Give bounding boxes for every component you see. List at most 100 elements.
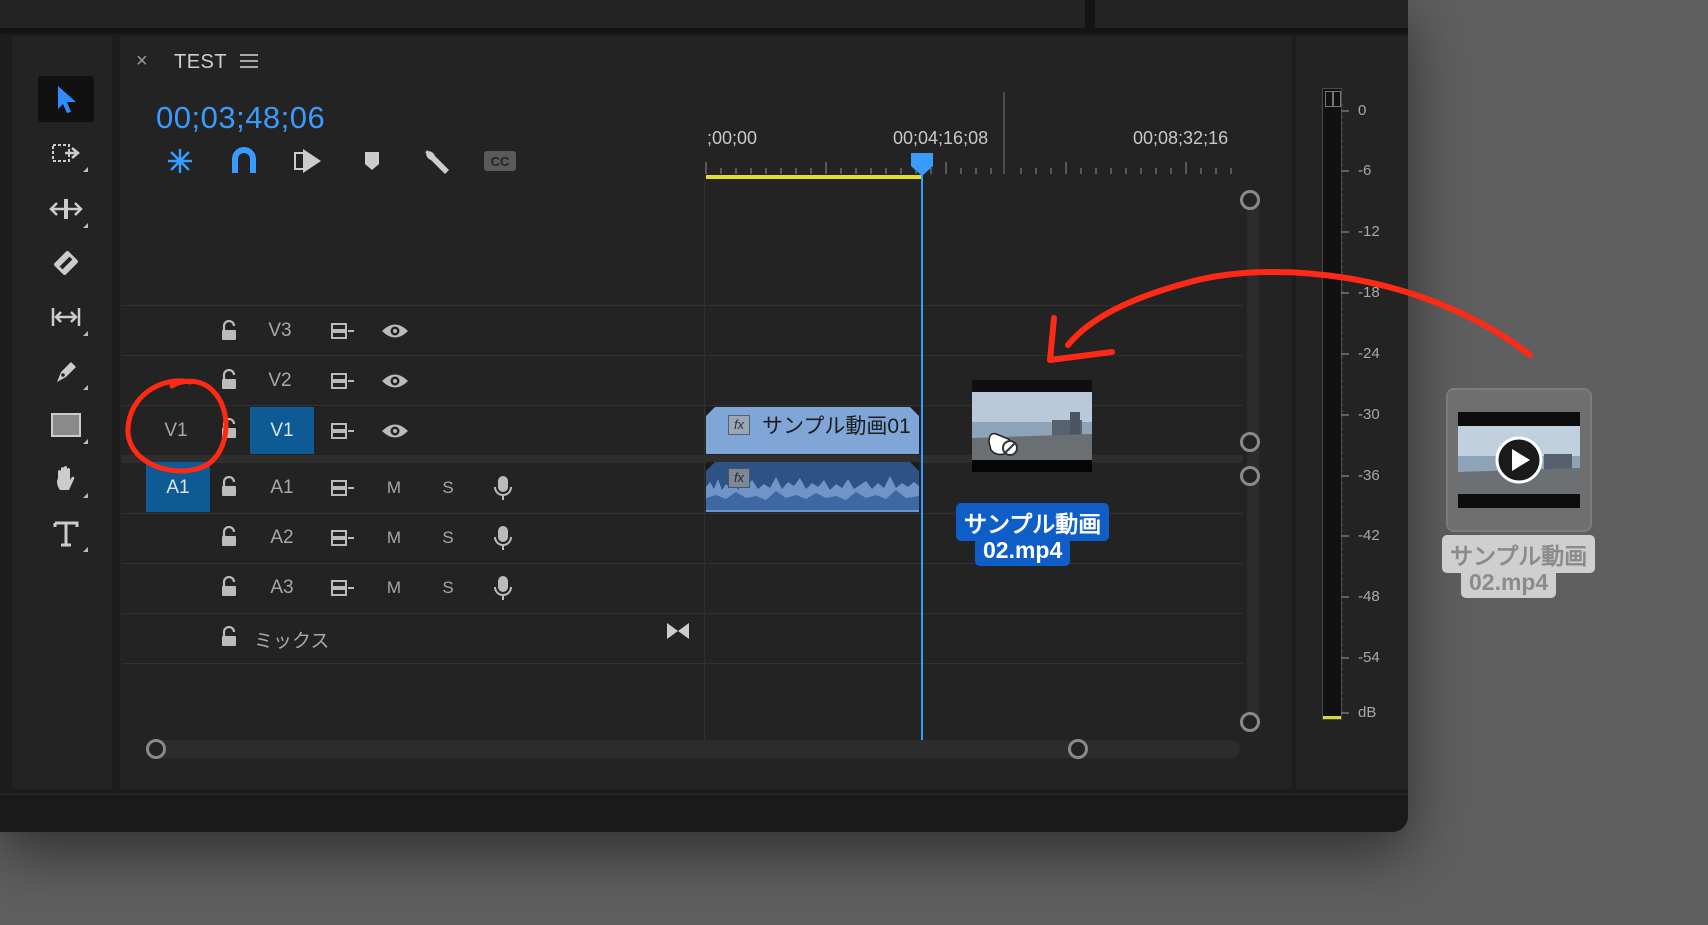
ripple-edit-tool[interactable]	[38, 186, 94, 232]
meter-label-48: -48	[1358, 588, 1380, 605]
solo-button-a2[interactable]: S	[438, 528, 458, 548]
linked-selection-icon[interactable]	[290, 146, 326, 176]
wrench-icon[interactable]	[418, 146, 454, 176]
clip-name: サンプル動画01	[762, 415, 911, 438]
selection-tool[interactable]	[38, 76, 94, 122]
mute-button-a1[interactable]: M	[384, 478, 404, 498]
video-file-thumbnail	[1458, 412, 1580, 508]
sync-lock-icon-v3[interactable]	[330, 320, 356, 342]
captions-icon[interactable]: CC	[482, 146, 518, 176]
meter-label-6: -6	[1358, 162, 1372, 179]
snap-magnet-icon[interactable]	[226, 146, 262, 176]
lock-icon-v3[interactable]	[220, 320, 238, 342]
eye-icon-v1[interactable]	[381, 421, 409, 441]
row-divider	[122, 305, 1243, 306]
scroll-knob-bottom[interactable]	[1240, 712, 1260, 732]
audio-clip-sample01[interactable]: fx	[706, 462, 919, 512]
time-ruler[interactable]	[704, 90, 1244, 180]
lock-icon-a1[interactable]	[220, 476, 238, 498]
clip-corner	[706, 462, 715, 471]
eye-icon-v3[interactable]	[381, 321, 409, 341]
track-label-v3[interactable]: V3	[258, 320, 302, 342]
selection-arrow-icon	[58, 86, 76, 113]
sync-lock-icon-a3[interactable]	[330, 577, 356, 599]
sync-lock-icon-v2[interactable]	[330, 370, 356, 392]
slip-icon	[51, 308, 81, 326]
row-divider	[122, 613, 1243, 614]
mix-track-label: ミックス	[254, 631, 330, 652]
rectangle-tool[interactable]	[38, 402, 94, 448]
meter-scale-ticks	[1341, 104, 1349, 716]
solo-button-a1[interactable]: S	[438, 478, 458, 498]
meter-label-24: -24	[1358, 345, 1380, 362]
copy-cursor-icon	[988, 432, 1018, 456]
lock-icon-mix[interactable]	[220, 626, 238, 648]
lock-icon-v2[interactable]	[220, 369, 238, 391]
razor-icon	[54, 251, 78, 275]
meter-peak-left[interactable]	[1325, 91, 1333, 107]
razor-tool[interactable]	[38, 240, 94, 286]
microphone-icon-a1[interactable]	[492, 474, 514, 502]
meter-label-18: -18	[1358, 284, 1380, 301]
meter-label-42: -42	[1358, 527, 1380, 544]
fx-badge-audio[interactable]: fx	[728, 468, 750, 488]
slip-tool[interactable]	[38, 294, 94, 340]
track-label-a3[interactable]: A3	[260, 577, 304, 599]
playhead-timecode[interactable]: 00;03;48;06	[156, 100, 325, 136]
video-clip-sample01[interactable]: fx サンプル動画01	[706, 407, 919, 454]
track-select-icon	[52, 144, 80, 162]
hscroll-knob-right[interactable]	[1068, 739, 1088, 759]
scroll-knob-audio-top[interactable]	[1240, 466, 1260, 486]
scroll-knob-top[interactable]	[1240, 190, 1260, 210]
sync-lock-icon-a1[interactable]	[330, 477, 356, 499]
add-marker-icon[interactable]	[354, 146, 390, 176]
lock-icon-a2[interactable]	[220, 526, 238, 548]
lock-icon-v1[interactable]	[220, 418, 238, 440]
scroll-knob-video-bottom[interactable]	[1240, 432, 1260, 452]
vertical-scrollbar[interactable]	[1247, 190, 1259, 730]
panel-menu-icon[interactable]	[240, 54, 258, 73]
drag-thumbnail	[972, 380, 1092, 472]
mute-button-a3[interactable]: M	[384, 578, 404, 598]
pen-icon	[57, 362, 76, 382]
row-divider	[122, 563, 1243, 564]
sequence-tab-title[interactable]: TEST	[174, 51, 227, 74]
sync-lock-icon-v1[interactable]	[330, 420, 356, 442]
fx-badge[interactable]: fx	[728, 415, 750, 435]
audio-meter	[1322, 88, 1342, 720]
sync-lock-icon-a2[interactable]	[330, 527, 356, 549]
type-tool[interactable]	[38, 510, 94, 556]
track-label-a1[interactable]: A1	[260, 477, 304, 499]
meter-level	[1323, 716, 1341, 719]
file-icon-sample02[interactable]	[1446, 388, 1592, 532]
hscroll-knob-left[interactable]	[146, 739, 166, 759]
mix-bowtie-icon[interactable]	[665, 620, 691, 642]
insert-nest-icon[interactable]	[162, 146, 198, 176]
close-panel-button[interactable]: ×	[136, 50, 148, 73]
meter-label-12: -12	[1358, 223, 1380, 240]
track-select-forward-tool[interactable]	[38, 130, 94, 176]
mute-button-a2[interactable]: M	[384, 528, 404, 548]
eye-icon-v2[interactable]	[381, 371, 409, 391]
hand-icon	[57, 466, 75, 490]
clip-corner	[910, 462, 919, 471]
rectangle-icon	[51, 413, 81, 437]
source-patch-v1[interactable]: V1	[146, 420, 206, 442]
clip-corner	[910, 407, 919, 416]
solo-button-a3[interactable]: S	[438, 578, 458, 598]
meter-peak-right[interactable]	[1333, 91, 1341, 107]
hand-tool[interactable]	[38, 456, 94, 502]
microphone-icon-a2[interactable]	[492, 524, 514, 552]
track-label-a2[interactable]: A2	[260, 527, 304, 549]
type-icon	[53, 521, 79, 547]
microphone-icon-a3[interactable]	[492, 574, 514, 602]
track-label-v2[interactable]: V2	[258, 370, 302, 392]
premiere-window: × TEST 00;03;48;06 CC ;00;00 00;04;16;08…	[0, 0, 1408, 832]
lock-icon-a3[interactable]	[220, 576, 238, 598]
file-label-line2[interactable]: 02.mp4	[1461, 567, 1557, 598]
playhead-line[interactable]	[921, 172, 923, 740]
top-panel-strip	[0, 0, 1408, 34]
pen-tool[interactable]	[38, 348, 94, 394]
upper-panel	[0, 0, 1085, 28]
header-divider	[704, 180, 705, 740]
